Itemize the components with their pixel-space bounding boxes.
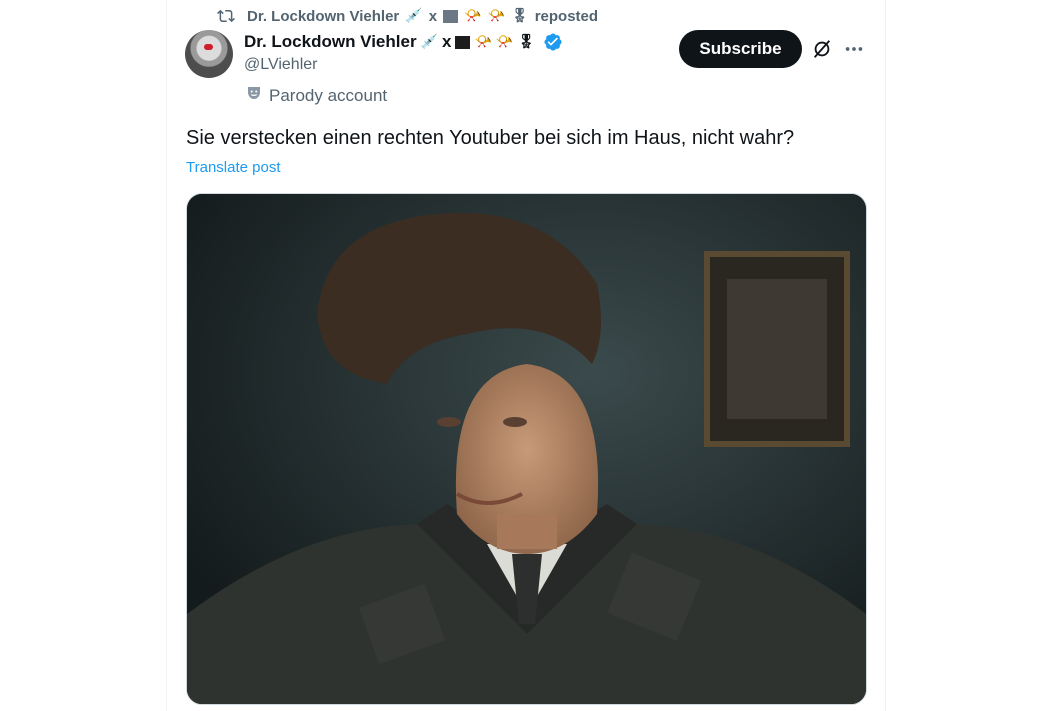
repost-header[interactable]: Dr. Lockdown Viehler 💉 x 📯 📯 🎖 reposted bbox=[217, 6, 598, 26]
x-letter: x bbox=[442, 32, 452, 51]
author-name-row[interactable]: Dr. Lockdown Viehler 💉 x 📯 📯 🎖 bbox=[244, 30, 563, 54]
avatar[interactable] bbox=[185, 30, 233, 78]
parody-label-text: Parody account bbox=[269, 85, 388, 105]
repost-suffix: reposted bbox=[534, 7, 599, 25]
censored-flag-icon bbox=[443, 9, 459, 23]
postal-horn-emoji: 📯 bbox=[464, 8, 482, 24]
post-column: Dr. Lockdown Viehler 💉 x 📯 📯 🎖 reposted … bbox=[166, 0, 886, 711]
translate-link[interactable]: Translate post bbox=[186, 159, 281, 176]
theater-mask-icon bbox=[245, 84, 263, 107]
censored-flag-icon bbox=[455, 35, 471, 49]
x-letter: x bbox=[428, 7, 438, 25]
parody-label: Parody account bbox=[245, 84, 387, 107]
post-image[interactable] bbox=[186, 193, 867, 705]
medal-emoji: 🎖 bbox=[510, 8, 529, 24]
postal-horn-emoji: 📯 bbox=[474, 34, 492, 50]
repost-author-name[interactable]: Dr. Lockdown Viehler bbox=[247, 8, 399, 25]
postal-horn-emoji: 📯 bbox=[487, 8, 505, 24]
author-handle[interactable]: @LViehler bbox=[244, 56, 317, 74]
syringe-emoji: 💉 bbox=[405, 8, 423, 24]
post-text: Sie verstecken einen rechten Youtuber be… bbox=[186, 127, 795, 149]
repost-icon bbox=[217, 7, 235, 25]
syringe-emoji: 💉 bbox=[420, 34, 439, 50]
postal-horn-emoji: 📯 bbox=[495, 34, 514, 50]
avatar-dot bbox=[204, 44, 213, 50]
medal-emoji: 🎖 bbox=[517, 34, 536, 50]
subscribe-button[interactable]: Subscribe bbox=[679, 30, 802, 68]
more-icon[interactable] bbox=[843, 38, 865, 60]
verified-badge-icon[interactable] bbox=[543, 32, 563, 52]
author-name[interactable]: Dr. Lockdown Viehler bbox=[244, 32, 417, 52]
portrait-photo bbox=[187, 194, 866, 704]
grok-icon[interactable] bbox=[811, 38, 833, 60]
